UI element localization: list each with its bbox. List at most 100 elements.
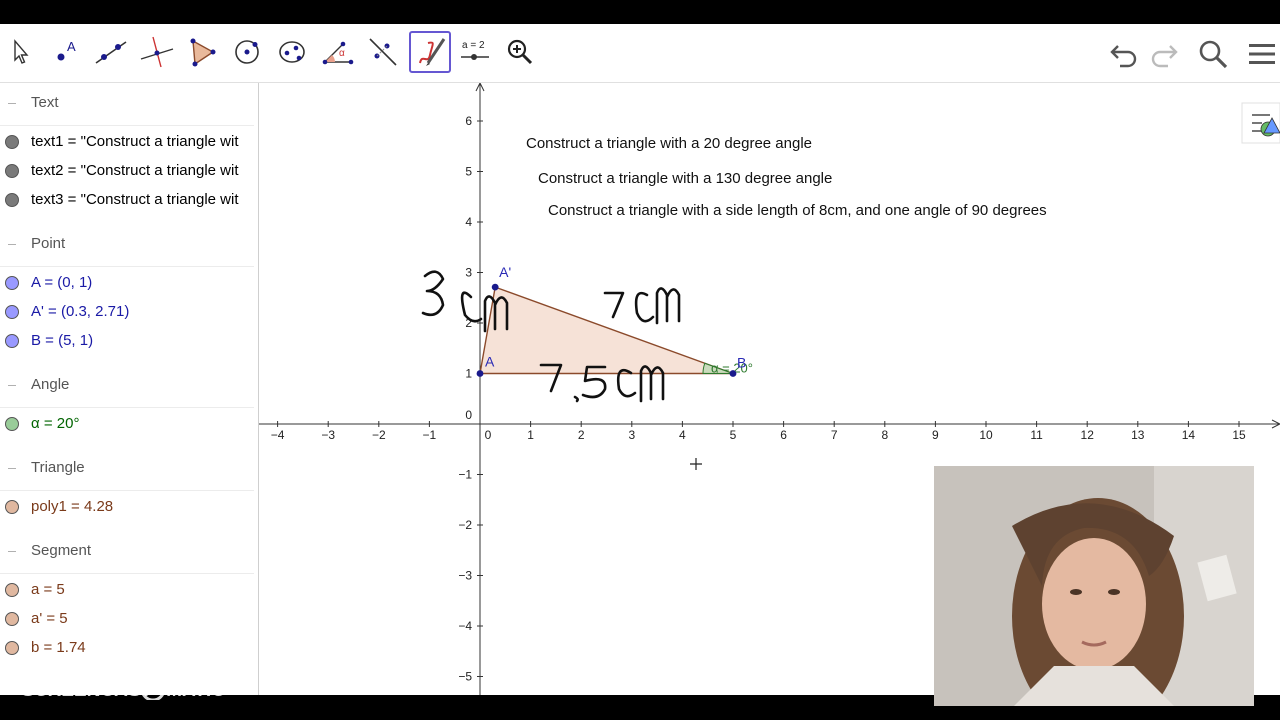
algebra-item-text[interactable]: α = 20°	[31, 415, 79, 432]
redo-button[interactable]	[1146, 36, 1182, 72]
circle-tool[interactable]	[226, 31, 268, 73]
crosshair-cursor-icon	[690, 458, 702, 470]
visibility-toggle-icon[interactable]	[5, 276, 19, 290]
algebra-item[interactable]: text1 = "Construct a triangle wit	[0, 128, 254, 156]
recording-watermark: Recorded with SCREENCAST MATIC	[0, 660, 240, 702]
y-tick-label: −5	[458, 670, 472, 684]
point-A-prime[interactable]	[491, 283, 499, 291]
line-tool[interactable]	[90, 31, 132, 73]
y-tick-label: −1	[458, 468, 472, 482]
visibility-toggle-icon[interactable]	[5, 641, 19, 655]
conic-tool[interactable]	[271, 31, 313, 73]
algebra-item-text[interactable]: text2 = "Construct a triangle wit	[31, 162, 239, 179]
algebra-item-text[interactable]: poly1 = 4.28	[31, 498, 113, 515]
algebra-item[interactable]: A' = (0.3, 2.71)	[0, 298, 254, 326]
y-tick-label: 6	[465, 114, 472, 128]
line-icon	[95, 41, 127, 64]
collapse-icon[interactable]	[8, 103, 16, 104]
algebra-item[interactable]: A = (0, 1)	[0, 269, 254, 297]
slider-icon: a = 2	[461, 40, 489, 60]
instruction-text-3[interactable]: Construct a triangle with a side length …	[548, 202, 1047, 219]
point-A[interactable]	[476, 370, 484, 377]
y-tick-label: −3	[458, 569, 472, 583]
visibility-toggle-icon[interactable]	[5, 583, 19, 597]
x-tick-label: −4	[271, 428, 285, 442]
algebra-item-text[interactable]: A' = (0.3, 2.71)	[31, 303, 129, 320]
svg-text:A: A	[67, 39, 76, 54]
screencast-logo: Recorded with SCREENCAST MATIC	[22, 661, 226, 702]
visibility-toggle-icon[interactable]	[5, 612, 19, 626]
visibility-toggle-icon[interactable]	[5, 500, 19, 514]
instruction-text-1[interactable]: Construct a triangle with a 20 degree an…	[526, 135, 812, 152]
algebra-item[interactable]: poly1 = 4.28	[0, 493, 254, 521]
x-tick-label: 4	[679, 428, 686, 442]
zoom-tool[interactable]	[499, 31, 541, 73]
algebra-item-text[interactable]: B = (5, 1)	[31, 332, 93, 349]
y-tick-label: 3	[465, 266, 472, 280]
move-tool[interactable]	[0, 31, 42, 73]
x-tick-label: 11	[1030, 428, 1043, 442]
polygon-tool[interactable]	[181, 31, 223, 73]
undo-button[interactable]	[1106, 36, 1142, 72]
slider-tool[interactable]: a = 2	[454, 31, 496, 73]
visibility-toggle-icon[interactable]	[5, 334, 19, 348]
algebra-item-text[interactable]: b = 1.74	[31, 639, 86, 656]
collapse-icon[interactable]	[8, 244, 16, 245]
instruction-text-2[interactable]: Construct a triangle with a 130 degree a…	[538, 170, 832, 187]
visibility-toggle-icon[interactable]	[5, 164, 19, 178]
y-tick-label: 4	[465, 215, 472, 229]
pen-tool[interactable]	[409, 31, 451, 73]
collapse-icon[interactable]	[8, 551, 16, 552]
algebra-item[interactable]: B = (5, 1)	[0, 327, 254, 355]
algebra-item[interactable]: text2 = "Construct a triangle wit	[0, 157, 254, 185]
algebra-item-text[interactable]: text3 = "Construct a triangle wit	[31, 191, 239, 208]
algebra-item[interactable]: b = 1.74	[0, 634, 254, 662]
algebra-item-text[interactable]: A = (0, 1)	[31, 274, 92, 291]
algebra-category-angle[interactable]: Angle	[0, 365, 254, 408]
handwritten-stroke	[421, 270, 445, 317]
x-tick-label: 7	[831, 428, 838, 442]
presenter-video	[934, 466, 1254, 706]
algebra-item-text[interactable]: a = 5	[31, 581, 65, 598]
point-label: B	[737, 355, 746, 371]
algebra-item-text[interactable]: text1 = "Construct a triangle wit	[31, 133, 239, 150]
x-tick-label: 0	[485, 428, 492, 442]
search-button[interactable]	[1195, 36, 1231, 72]
algebra-category-point[interactable]: Point	[0, 224, 254, 267]
visibility-toggle-icon[interactable]	[5, 135, 19, 149]
webcam-overlay	[934, 466, 1254, 706]
x-tick-label: 3	[628, 428, 635, 442]
visibility-toggle-icon[interactable]	[5, 193, 19, 207]
algebra-item[interactable]: a = 5	[0, 576, 254, 604]
visibility-toggle-icon[interactable]	[5, 305, 19, 319]
visibility-toggle-icon[interactable]	[5, 417, 19, 431]
search-icon	[1199, 40, 1228, 69]
algebra-item[interactable]: α = 20°	[0, 410, 254, 438]
y-tick-label: 5	[465, 165, 472, 179]
circle-center-icon	[235, 40, 259, 64]
point-tool[interactable]: A	[45, 31, 87, 73]
triangle-poly1[interactable]	[479, 286, 734, 375]
algebra-view: Text text1 = "Construct a triangle wit tex…	[0, 83, 259, 695]
redo-icon	[1151, 45, 1178, 68]
algebra-item-text[interactable]: a' = 5	[31, 610, 68, 627]
origin-y-label: 0	[465, 408, 472, 422]
category-label: Angle	[31, 376, 70, 393]
reflect-tool[interactable]	[362, 31, 404, 73]
angle-tool[interactable]: α	[317, 31, 359, 73]
point-B[interactable]	[729, 370, 737, 377]
point-label: A	[485, 354, 495, 370]
perpendicular-line-icon	[140, 36, 174, 68]
collapse-icon[interactable]	[8, 468, 16, 469]
collapse-icon[interactable]	[8, 385, 16, 386]
y-tick-label: −4	[458, 619, 472, 633]
perpendicular-tool[interactable]	[136, 31, 178, 73]
x-tick-label: 12	[1081, 428, 1095, 442]
algebra-category-segment[interactable]: Segment	[0, 531, 254, 574]
algebra-category-text[interactable]: Text	[0, 83, 254, 126]
algebra-category-triangle[interactable]: Triangle	[0, 448, 254, 491]
polygon-icon	[190, 38, 216, 67]
menu-button[interactable]	[1244, 36, 1280, 72]
algebra-item[interactable]: text3 = "Construct a triangle wit	[0, 186, 254, 214]
algebra-item[interactable]: a' = 5	[0, 605, 254, 633]
